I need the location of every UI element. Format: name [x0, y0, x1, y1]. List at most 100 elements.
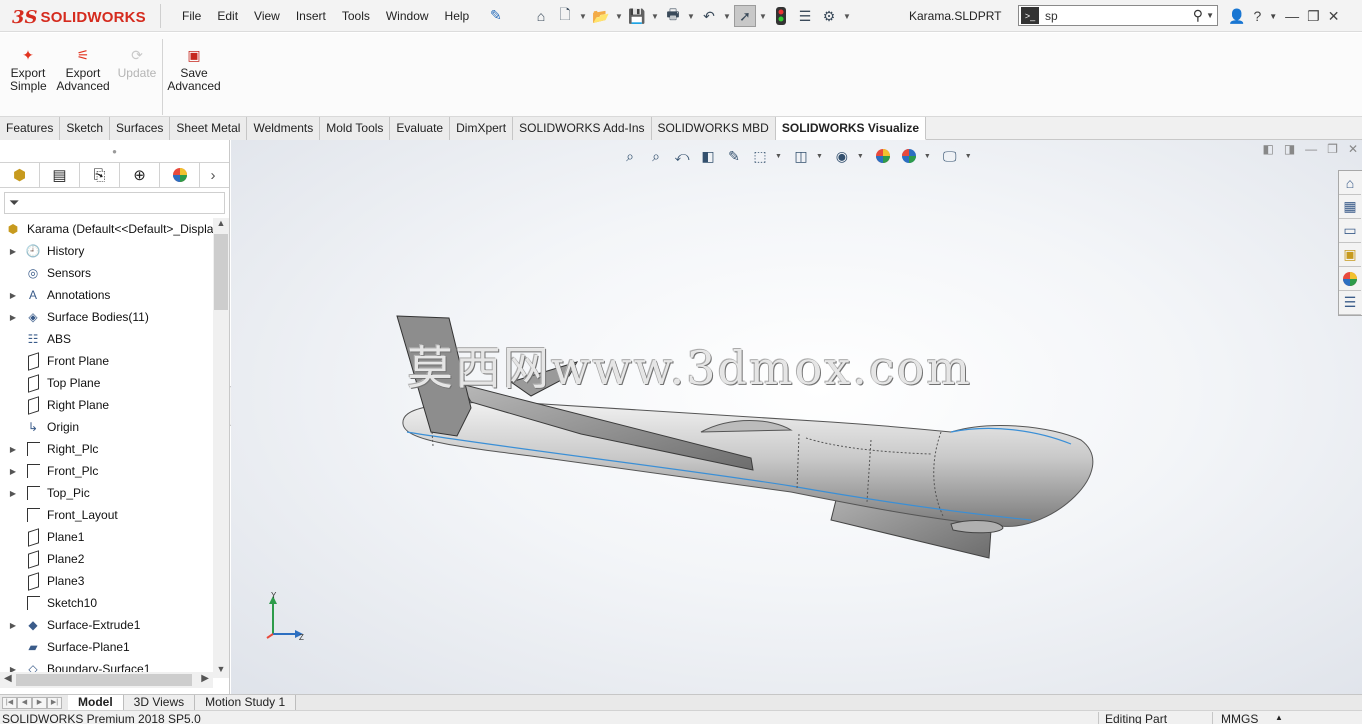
tree-item[interactable]: Plane1 — [0, 526, 214, 548]
expand-arrow-icon[interactable]: ▶ — [8, 247, 18, 256]
tree-item[interactable]: ↳ Origin — [0, 416, 214, 438]
tree-item[interactable]: ▶ ◆ Surface-Extrude1 — [0, 614, 214, 636]
close-icon[interactable]: ✕ — [1348, 142, 1358, 156]
file-properties-icon[interactable]: ☰ — [794, 5, 816, 27]
print-icon[interactable]: 🖶 — [662, 5, 684, 27]
search-input[interactable] — [1045, 8, 1185, 23]
custom-properties-icon[interactable]: ☰ — [1339, 291, 1361, 315]
tree-item[interactable]: ▶ Front_Plc — [0, 460, 214, 482]
design-library-icon[interactable]: ▦ — [1339, 195, 1361, 219]
file-explorer-icon[interactable]: ▭ — [1339, 219, 1361, 243]
menu-file[interactable]: File — [174, 9, 209, 23]
save-icon[interactable]: 💾 — [626, 5, 648, 27]
scroll-left-icon[interactable]: ◀ — [4, 673, 12, 684]
airplane-model[interactable] — [231, 140, 1362, 694]
tab-mbd[interactable]: SOLIDWORKS MBD — [651, 117, 776, 140]
edit-appearance-icon[interactable] — [872, 145, 894, 167]
tab-evaluate[interactable]: Evaluate — [390, 117, 451, 140]
display-style-icon[interactable]: ◫ — [790, 145, 812, 167]
tree-horizontal-scrollbar[interactable]: ◀ ▶ — [0, 672, 213, 688]
restore-icon[interactable]: ❐ — [1307, 8, 1320, 25]
user-icon[interactable]: 👤 — [1228, 8, 1245, 25]
tree-item[interactable]: ☷ ABS — [0, 328, 214, 350]
expand-arrow-icon[interactable]: ▶ — [8, 489, 18, 498]
new-document-icon[interactable]: 🗋 — [554, 5, 576, 27]
chevron-down-icon[interactable]: ▼ — [1206, 11, 1214, 20]
tab-sketch[interactable]: Sketch — [60, 117, 111, 140]
chevron-up-icon[interactable]: ▲ — [1275, 711, 1283, 724]
dynamic-annotation-icon[interactable]: ✎ — [723, 145, 745, 167]
scroll-thumb-horizontal[interactable] — [16, 674, 192, 686]
menu-view[interactable]: View — [246, 9, 288, 23]
chevron-right-icon[interactable]: › — [200, 163, 226, 187]
minimize-icon[interactable]: — — [1305, 142, 1317, 156]
command-search[interactable]: >_ ⚲ ▼ — [1018, 5, 1218, 26]
configuration-manager-tab-icon[interactable]: ⎘ — [80, 163, 120, 187]
tree-item[interactable]: Right Plane — [0, 394, 214, 416]
chevron-down-icon[interactable]: ▼ — [842, 12, 852, 21]
collapse-right-icon[interactable]: ◨ — [1284, 142, 1295, 156]
tab-dimxpert[interactable]: DimXpert — [450, 117, 514, 140]
tree-item[interactable]: ▶ 🕘 History — [0, 240, 214, 262]
export-advanced-button[interactable]: ⚟ Export Advanced — [56, 47, 110, 93]
expand-arrow-icon[interactable]: ▶ — [8, 291, 18, 300]
tree-item[interactable]: Front_Layout — [0, 504, 214, 526]
appearances-icon[interactable] — [1339, 267, 1361, 291]
tree-item[interactable]: Sketch10 — [0, 592, 214, 614]
zoom-to-area-icon[interactable]: ⌕ — [645, 145, 667, 167]
chevron-down-icon[interactable]: ▼ — [578, 12, 588, 21]
expand-arrow-icon[interactable]: ▶ — [8, 467, 18, 476]
tree-item[interactable]: ▶ A Annotations — [0, 284, 214, 306]
chevron-down-icon[interactable]: ▼ — [965, 153, 972, 160]
export-simple-button[interactable]: ✦ Export Simple — [10, 47, 47, 93]
view-orientation-icon[interactable]: ⬚ — [749, 145, 771, 167]
menu-insert[interactable]: Insert — [288, 9, 334, 23]
display-manager-tab-icon[interactable] — [160, 163, 200, 187]
tree-vertical-scrollbar[interactable]: ▲ ▼ — [213, 218, 229, 678]
select-arrow-icon[interactable]: ➚ — [734, 5, 756, 27]
chevron-down-icon[interactable]: ▼ — [857, 153, 864, 160]
chevron-down-icon[interactable]: ▼ — [1269, 12, 1277, 21]
last-tab-icon[interactable]: ▶| — [47, 696, 62, 709]
options-gear-icon[interactable]: ⚙ — [818, 5, 840, 27]
scroll-up-icon[interactable]: ▲ — [213, 218, 229, 232]
help-icon[interactable]: ? — [1253, 8, 1261, 24]
menu-edit[interactable]: Edit — [209, 9, 246, 23]
hide-show-items-icon[interactable]: ◉ — [831, 145, 853, 167]
chevron-down-icon[interactable]: ▼ — [775, 153, 782, 160]
panel-grip[interactable]: ● — [0, 140, 229, 162]
apply-scene-icon[interactable] — [898, 145, 920, 167]
tree-item[interactable]: ▶ Right_Plc — [0, 438, 214, 460]
update-button[interactable]: ⟳ Update — [116, 47, 158, 80]
home-icon[interactable]: ⌂ — [530, 5, 552, 27]
expand-arrow-icon[interactable]: ▶ — [8, 313, 18, 322]
chevron-down-icon[interactable]: ▼ — [758, 12, 768, 21]
tree-item[interactable]: ◎ Sensors — [0, 262, 214, 284]
expand-arrow-icon[interactable]: ▶ — [8, 621, 18, 630]
menu-window[interactable]: Window — [378, 9, 437, 23]
tree-item[interactable]: ▶ Top_Pic — [0, 482, 214, 504]
scroll-thumb[interactable] — [214, 234, 228, 310]
feature-tree-tab-icon[interactable]: ⬢ — [0, 163, 40, 187]
chevron-down-icon[interactable]: ▼ — [650, 12, 660, 21]
tab-sheet-metal[interactable]: Sheet Metal — [170, 117, 248, 140]
tab-mold-tools[interactable]: Mold Tools — [320, 117, 391, 140]
chevron-down-icon[interactable]: ▼ — [722, 12, 732, 21]
dimxpert-manager-tab-icon[interactable]: ⊕ — [120, 163, 160, 187]
minimize-icon[interactable]: — — [1285, 8, 1299, 24]
prev-tab-icon[interactable]: ◀ — [17, 696, 32, 709]
expand-arrow-icon[interactable]: ▶ — [8, 445, 18, 454]
section-view-icon[interactable]: ◧ — [697, 145, 719, 167]
tree-item[interactable]: Top Plane — [0, 372, 214, 394]
tab-3d-views[interactable]: 3D Views — [123, 694, 196, 711]
next-tab-icon[interactable]: ▶ — [32, 696, 47, 709]
search-icon[interactable]: ⚲ — [1193, 7, 1203, 24]
tab-visualize[interactable]: SOLIDWORKS Visualize — [775, 117, 926, 140]
unit-system[interactable]: MMGS — [1212, 712, 1258, 724]
tree-item[interactable]: Plane2 — [0, 548, 214, 570]
reference-triad[interactable]: Y Z — [263, 592, 307, 648]
zoom-to-fit-icon[interactable]: ⌕ — [619, 145, 641, 167]
tab-motion-study-1[interactable]: Motion Study 1 — [195, 694, 297, 711]
undo-icon[interactable]: ↶ — [698, 5, 720, 27]
menu-help[interactable]: Help — [437, 9, 478, 23]
